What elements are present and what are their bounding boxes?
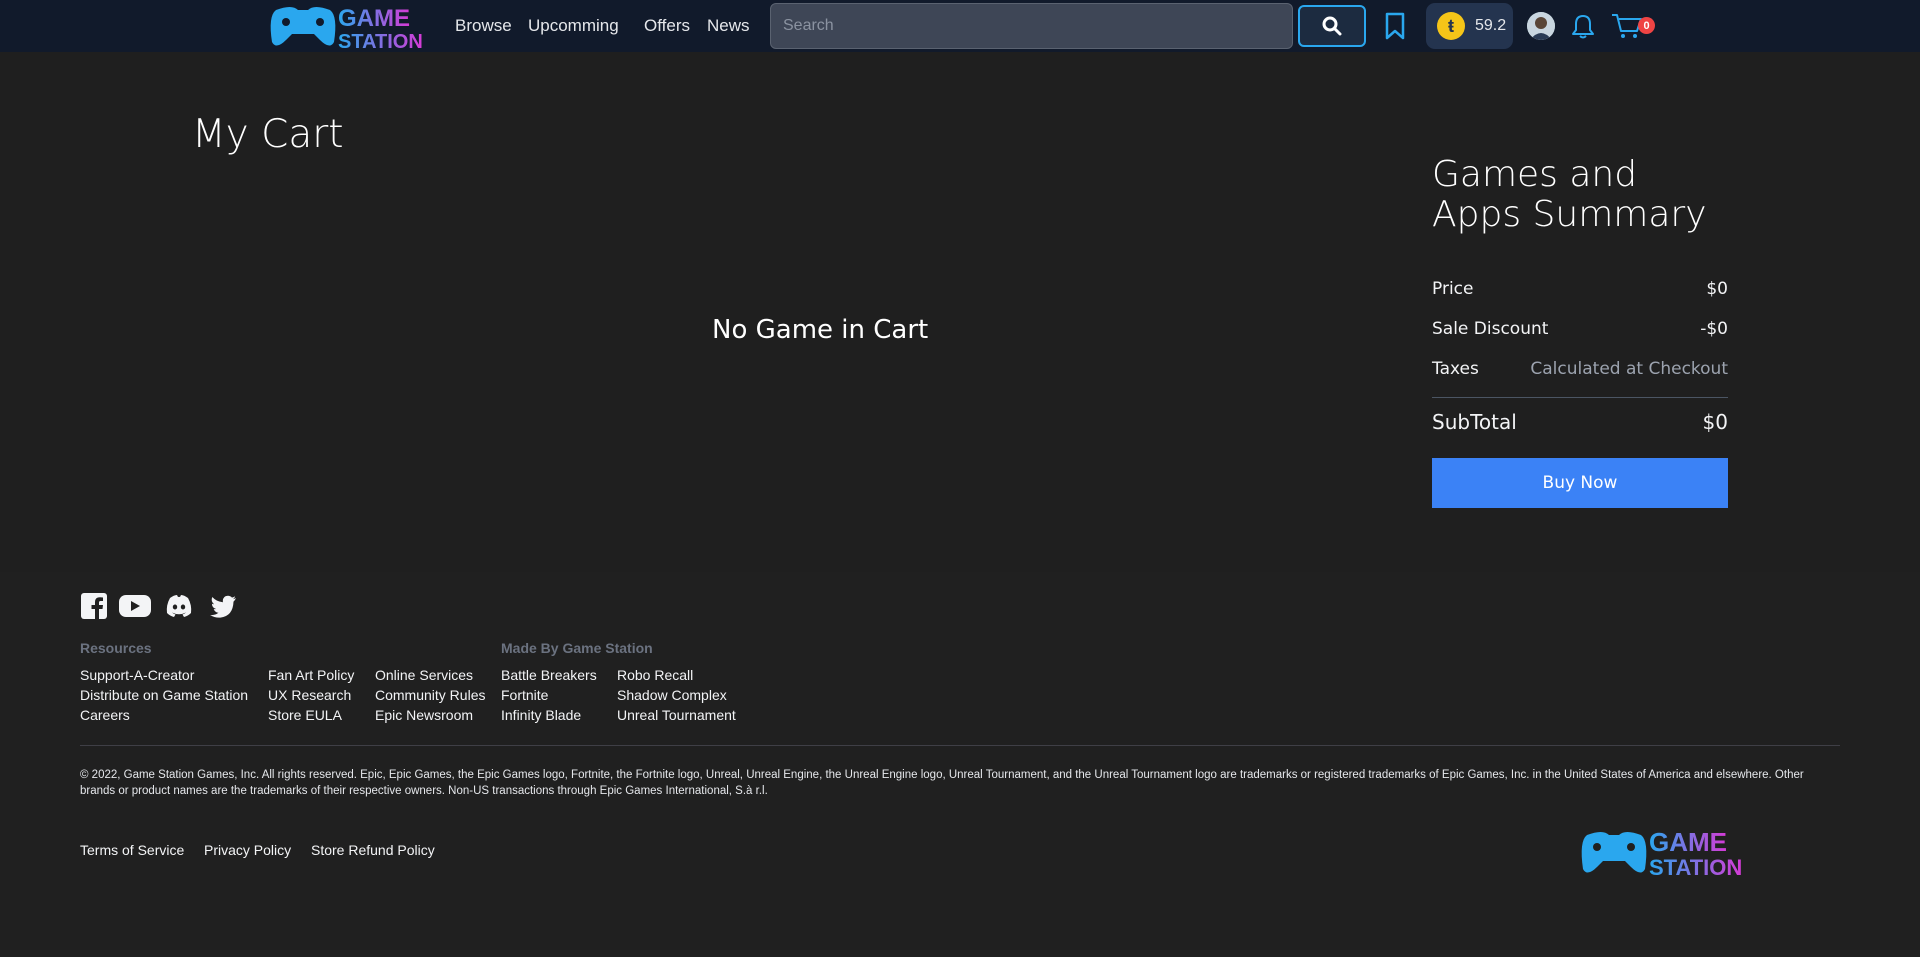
footer-link-infinity-blade[interactable]: Infinity Blade <box>501 707 581 723</box>
footer-link-support-a-creator[interactable]: Support-A-Creator <box>80 667 194 683</box>
summary-row-price: Price $0 <box>1432 279 1728 299</box>
bookmark-icon[interactable] <box>1383 12 1407 40</box>
coin-balance-value: 59.2 <box>1475 17 1507 34</box>
avatar[interactable] <box>1527 12 1555 40</box>
footer-link-robo-recall[interactable]: Robo Recall <box>617 667 693 683</box>
summary-subtotal: SubTotal $0 <box>1432 410 1728 434</box>
nav-browse[interactable]: Browse <box>455 0 512 52</box>
footer-link-battle-breakers[interactable]: Battle Breakers <box>501 667 597 683</box>
footer-link-fortnite[interactable]: Fortnite <box>501 687 548 703</box>
footer-link-store-eula[interactable]: Store EULA <box>268 707 342 723</box>
search-icon <box>1322 16 1342 36</box>
order-summary: Games and Apps Summary Price $0 Sale Dis… <box>1432 155 1728 434</box>
search-box <box>770 3 1293 49</box>
privacy-policy-link[interactable]: Privacy Policy <box>204 842 291 858</box>
summary-title: Games and Apps Summary <box>1432 154 1707 235</box>
footer-link-fan-art-policy[interactable]: Fan Art Policy <box>268 667 354 683</box>
legal-notice: © 2022, Game Station Games, Inc. All rig… <box>80 769 1804 797</box>
footer-game-station-logo[interactable]: GAME STATION <box>1575 825 1753 877</box>
footer <box>0 572 1920 957</box>
youtube-icon[interactable] <box>118 592 152 620</box>
footer-link-epic-newsroom[interactable]: Epic Newsroom <box>375 707 473 723</box>
summary-row-taxes: Taxes Calculated at Checkout <box>1432 359 1728 379</box>
store-refund-policy-link[interactable]: Store Refund Policy <box>311 842 435 858</box>
discord-icon[interactable] <box>164 592 194 620</box>
top-navigation-bar: GAME STATION Browse Upcomming Offers New… <box>0 0 1920 52</box>
terms-of-service-link[interactable]: Terms of Service <box>80 842 184 858</box>
svg-text:GAME: GAME <box>338 5 410 32</box>
search-input[interactable] <box>771 4 1292 48</box>
footer-link-online-services[interactable]: Online Services <box>375 667 473 683</box>
nav-upcomming[interactable]: Upcomming <box>528 0 619 52</box>
coin-balance[interactable]: ŧ 59.2 <box>1426 3 1513 49</box>
buy-now-button[interactable]: Buy Now <box>1432 458 1728 508</box>
nav-offers[interactable]: Offers <box>644 0 690 52</box>
empty-cart-message: No Game in Cart <box>712 315 929 345</box>
page-title: My Cart <box>192 112 344 157</box>
footer-link-shadow-complex[interactable]: Shadow Complex <box>617 687 727 703</box>
svg-text:GAME: GAME <box>1649 827 1727 857</box>
footer-heading-made-by: Made By Game Station <box>501 640 653 656</box>
controller-logo-icon <box>270 7 336 46</box>
footer-heading-resources: Resources <box>80 640 152 656</box>
controller-logo-icon <box>1581 832 1647 873</box>
footer-link-ux-research[interactable]: UX Research <box>268 687 351 703</box>
footer-link-distribute[interactable]: Distribute on Game Station <box>80 687 248 703</box>
footer-link-unreal-tournament[interactable]: Unreal Tournament <box>617 707 736 723</box>
summary-divider <box>1432 397 1728 398</box>
cart-count-badge: 0 <box>1638 17 1655 34</box>
facebook-icon[interactable] <box>80 592 108 620</box>
coin-icon: ŧ <box>1437 12 1465 40</box>
nav-news[interactable]: News <box>707 0 750 52</box>
svg-text:STATION: STATION <box>1649 855 1742 877</box>
footer-link-community-rules[interactable]: Community Rules <box>375 687 485 703</box>
game-station-logo[interactable]: GAME STATION <box>262 2 442 50</box>
search-button[interactable] <box>1298 5 1366 47</box>
footer-link-careers[interactable]: Careers <box>80 707 130 723</box>
bell-icon[interactable] <box>1571 13 1595 39</box>
footer-divider <box>80 745 1840 746</box>
twitter-icon[interactable] <box>209 592 237 620</box>
summary-row-discount: Sale Discount -$0 <box>1432 319 1728 339</box>
svg-text:STATION: STATION <box>338 31 423 50</box>
